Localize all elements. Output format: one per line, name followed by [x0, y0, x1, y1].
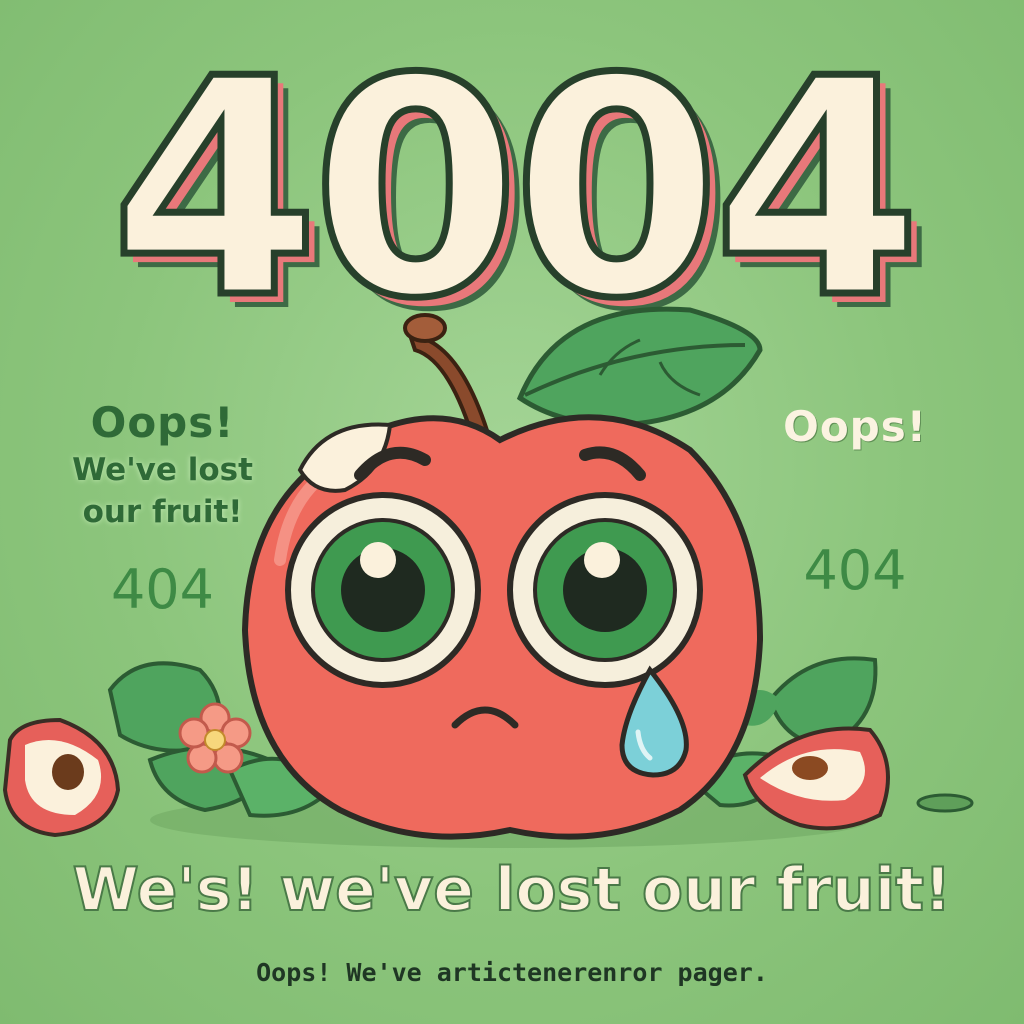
headline: We's! we've lost our fruit!: [72, 854, 953, 926]
right-error-code: 404: [803, 539, 907, 602]
left-oops-label: Oops!: [90, 398, 235, 447]
left-error-code: 404: [110, 558, 215, 622]
right-oops-label: Oops!: [783, 402, 927, 451]
left-subtext-line2: our fruit!: [82, 493, 243, 530]
small-dot-icon: [916, 793, 974, 813]
right-eye-icon: [507, 492, 703, 688]
left-subtext-line1: We've lost: [72, 452, 253, 488]
left-message-panel: Oops! We've lost our fruit! 404: [60, 398, 265, 621]
right-message-panel: Oops! 404: [755, 402, 955, 602]
apple-half-left-icon: [2, 717, 121, 838]
leaf-icon: [516, 306, 763, 428]
footer-text: Oops! We've artictenerenror pager.: [256, 958, 768, 987]
left-eye-icon: [285, 492, 481, 688]
